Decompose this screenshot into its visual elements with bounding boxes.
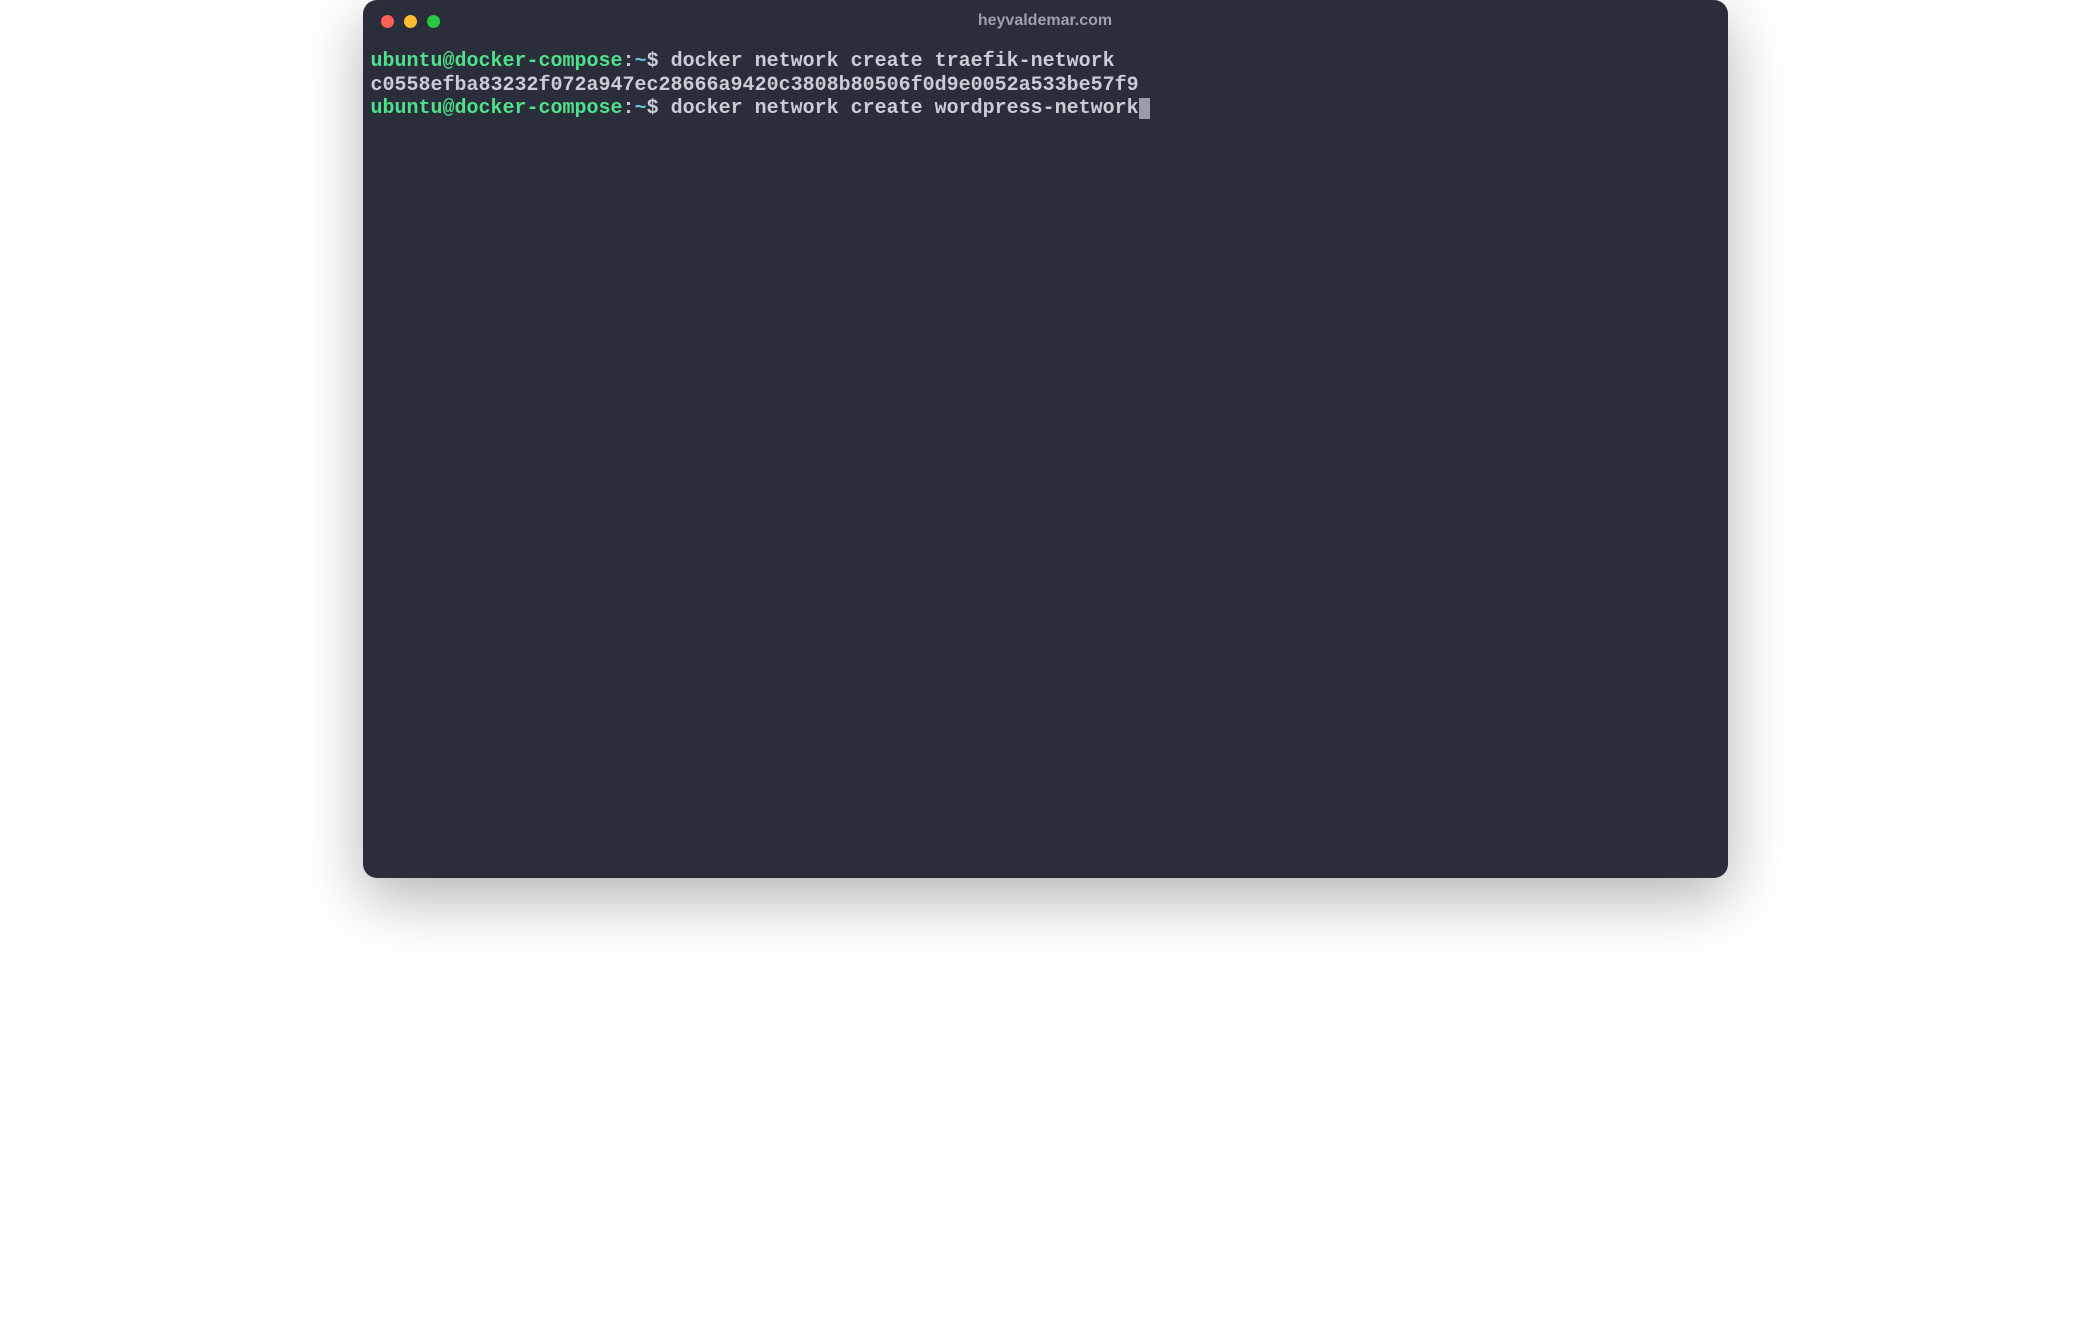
terminal-body[interactable]: ubuntu@docker-compose:~$ docker network … — [363, 42, 1728, 878]
prompt-path: ~ — [635, 50, 647, 73]
prompt-colon: : — [623, 97, 635, 120]
cursor-icon — [1139, 98, 1150, 119]
output-text: c0558efba83232f072a947ec28666a9420c3808b… — [371, 74, 1139, 97]
prompt-symbol: $ — [647, 97, 659, 120]
terminal-line: c0558efba83232f072a947ec28666a9420c3808b… — [371, 74, 1720, 98]
terminal-line: ubuntu@docker-compose:~$ docker network … — [371, 50, 1720, 74]
close-icon[interactable] — [381, 15, 394, 28]
terminal-window: heyvaldemar.com ubuntu@docker-compose:~$… — [363, 0, 1728, 878]
window-title: heyvaldemar.com — [978, 12, 1112, 30]
command-text: docker network create traefik-network — [659, 50, 1115, 73]
prompt-symbol: $ — [647, 50, 659, 73]
prompt-colon: : — [623, 50, 635, 73]
title-bar: heyvaldemar.com — [363, 0, 1728, 42]
prompt-path: ~ — [635, 97, 647, 120]
traffic-lights — [381, 15, 440, 28]
command-text: docker network create wordpress-network — [659, 97, 1139, 120]
terminal-line: ubuntu@docker-compose:~$ docker network … — [371, 97, 1720, 121]
minimize-icon[interactable] — [404, 15, 417, 28]
prompt-user-host: ubuntu@docker-compose — [371, 50, 623, 73]
maximize-icon[interactable] — [427, 15, 440, 28]
prompt-user-host: ubuntu@docker-compose — [371, 97, 623, 120]
